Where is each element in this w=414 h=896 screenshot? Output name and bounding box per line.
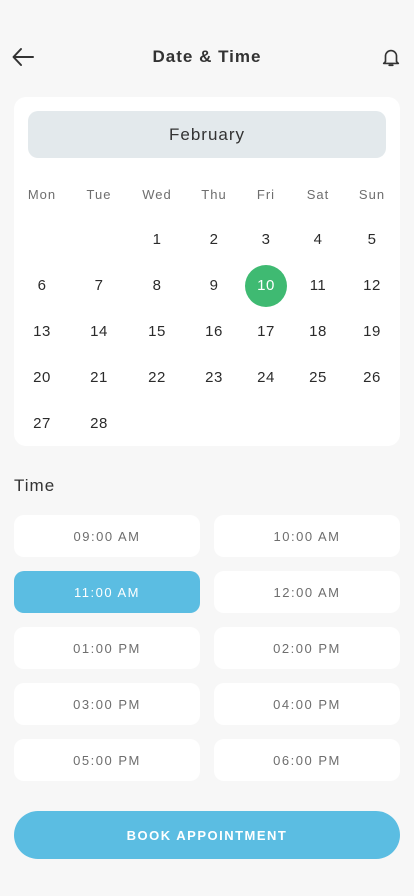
time-section-label: Time <box>14 476 56 495</box>
calendar-day[interactable]: 4 <box>297 219 339 261</box>
time-slot[interactable]: 02:00 PM <box>214 627 400 669</box>
calendar-day[interactable]: 11 <box>297 265 339 307</box>
calendar-day-selected[interactable]: 10 <box>245 265 287 307</box>
calendar-card: February Mon Tue Wed Thu Fri Sat Sun 123456789… <box>14 97 400 446</box>
time-slot[interactable]: 03:00 PM <box>14 683 200 725</box>
calendar-day[interactable]: 16 <box>193 311 235 353</box>
time-slot[interactable]: 10:00 AM <box>214 515 400 557</box>
weekday-label: Wed <box>142 187 172 202</box>
page-title: Date & Time <box>152 47 262 66</box>
weekday-label: Mon <box>27 187 57 202</box>
calendar-day[interactable]: 9 <box>193 265 235 307</box>
calendar-day[interactable]: 7 <box>78 265 120 307</box>
calendar-day[interactable]: 14 <box>78 311 120 353</box>
calendar-day[interactable]: 5 <box>351 219 393 261</box>
calendar-day[interactable]: 1 <box>136 219 178 261</box>
time-slot[interactable]: 01:00 PM <box>14 627 200 669</box>
calendar-day[interactable]: 6 <box>21 265 63 307</box>
calendar-day[interactable]: 15 <box>136 311 178 353</box>
weekday-label: Tue <box>86 187 112 202</box>
weekday-label: Fri <box>256 187 276 202</box>
calendar-day[interactable]: 21 <box>78 357 120 399</box>
time-slot-selected[interactable]: 11:00 AM <box>14 571 200 613</box>
month-selector[interactable]: February <box>28 111 386 158</box>
weekday-label: Sat <box>306 187 330 202</box>
time-slot[interactable]: 04:00 PM <box>214 683 400 725</box>
header: Date & Time <box>0 34 414 80</box>
calendar-day[interactable]: 8 <box>136 265 178 307</box>
calendar-day[interactable]: 19 <box>351 311 393 353</box>
calendar-day[interactable]: 2 <box>193 219 235 261</box>
weekday-row: Mon Tue Wed Thu Fri Sat Sun <box>14 187 400 203</box>
time-slot[interactable]: 12:00 AM <box>214 571 400 613</box>
time-slot[interactable]: 09:00 AM <box>14 515 200 557</box>
calendar-day[interactable]: 13 <box>21 311 63 353</box>
calendar-day[interactable]: 22 <box>136 357 178 399</box>
time-slot[interactable]: 06:00 PM <box>214 739 400 781</box>
notifications-button[interactable] <box>378 44 404 70</box>
calendar-day[interactable]: 24 <box>245 357 287 399</box>
calendar-day[interactable]: 26 <box>351 357 393 399</box>
calendar-day[interactable]: 25 <box>297 357 339 399</box>
weekday-label: Thu <box>201 187 227 202</box>
calendar-day[interactable]: 23 <box>193 357 235 399</box>
calendar-day[interactable]: 20 <box>21 357 63 399</box>
calendar-day[interactable]: 12 <box>351 265 393 307</box>
bell-icon <box>382 49 400 67</box>
weekday-label: Sun <box>358 187 386 202</box>
calendar-day[interactable]: 3 <box>245 219 287 261</box>
time-slot[interactable]: 05:00 PM <box>14 739 200 781</box>
calendar-day[interactable]: 18 <box>297 311 339 353</box>
calendar-day[interactable]: 28 <box>78 403 120 445</box>
calendar-day[interactable]: 17 <box>245 311 287 353</box>
calendar-day[interactable]: 27 <box>21 403 63 445</box>
book-appointment-button[interactable]: BOOK APPOINTMENT <box>14 811 400 859</box>
